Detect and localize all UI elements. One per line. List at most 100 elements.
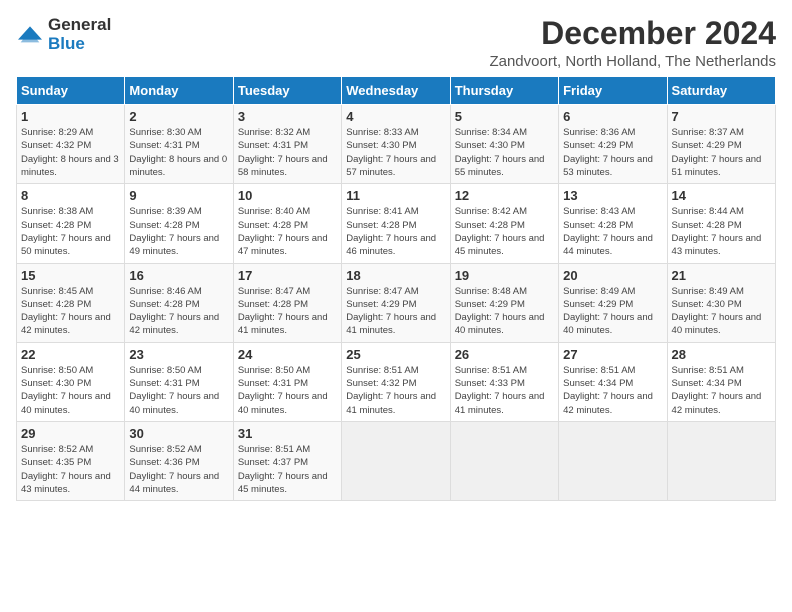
calendar-week-1: 1Sunrise: 8:29 AMSunset: 4:32 PMDaylight… <box>17 105 776 184</box>
calendar-cell: 28 Sunrise: 8:51 AMSunset: 4:34 PMDayligh… <box>667 342 775 421</box>
day-number: 5 <box>455 109 554 124</box>
day-info: Sunrise: 8:49 AMSunset: 4:29 PMDaylight:… <box>563 285 662 338</box>
calendar-cell: 8 Sunrise: 8:38 AMSunset: 4:28 PMDaylight… <box>17 184 125 263</box>
day-info: Sunrise: 8:48 AMSunset: 4:29 PMDaylight:… <box>455 285 554 338</box>
calendar-cell: 13 Sunrise: 8:43 AMSunset: 4:28 PMDayligh… <box>559 184 667 263</box>
calendar-cell: 3 Sunrise: 8:32 AMSunset: 4:31 PMDaylight… <box>233 105 341 184</box>
day-info: Sunrise: 8:51 AMSunset: 4:32 PMDaylight:… <box>346 364 445 417</box>
location-title: Zandvoort, North Holland, The Netherland… <box>489 53 776 70</box>
calendar-cell: 6 Sunrise: 8:36 AMSunset: 4:29 PMDaylight… <box>559 105 667 184</box>
calendar-cell: 20 Sunrise: 8:49 AMSunset: 4:29 PMDayligh… <box>559 263 667 342</box>
logo-blue: Blue <box>48 35 111 54</box>
day-header-friday: Friday <box>559 77 667 105</box>
title-area: December 2024 Zandvoort, North Holland, … <box>489 16 776 70</box>
calendar-week-5: 29 Sunrise: 8:52 AMSunset: 4:35 PMDayligh… <box>17 421 776 500</box>
day-number: 25 <box>346 347 445 362</box>
day-info: Sunrise: 8:29 AMSunset: 4:32 PMDaylight:… <box>21 126 120 179</box>
day-info: Sunrise: 8:51 AMSunset: 4:34 PMDaylight:… <box>672 364 771 417</box>
day-number: 7 <box>672 109 771 124</box>
day-number: 3 <box>238 109 337 124</box>
day-info: Sunrise: 8:36 AMSunset: 4:29 PMDaylight:… <box>563 126 662 179</box>
day-info: Sunrise: 8:33 AMSunset: 4:30 PMDaylight:… <box>346 126 445 179</box>
calendar-cell: 19 Sunrise: 8:48 AMSunset: 4:29 PMDayligh… <box>450 263 558 342</box>
day-info: Sunrise: 8:52 AMSunset: 4:35 PMDaylight:… <box>21 443 120 496</box>
day-info: Sunrise: 8:46 AMSunset: 4:28 PMDaylight:… <box>129 285 228 338</box>
day-number: 24 <box>238 347 337 362</box>
day-info: Sunrise: 8:51 AMSunset: 4:33 PMDaylight:… <box>455 364 554 417</box>
logo: General Blue <box>16 16 111 53</box>
day-number: 21 <box>672 268 771 283</box>
calendar-cell <box>342 421 450 500</box>
day-number: 29 <box>21 426 120 441</box>
calendar-cell: 26 Sunrise: 8:51 AMSunset: 4:33 PMDayligh… <box>450 342 558 421</box>
calendar-cell <box>667 421 775 500</box>
day-info: Sunrise: 8:51 AMSunset: 4:37 PMDaylight:… <box>238 443 337 496</box>
page-header: General Blue December 2024 Zandvoort, No… <box>16 16 776 70</box>
day-number: 16 <box>129 268 228 283</box>
day-number: 11 <box>346 188 445 203</box>
calendar-cell: 10 Sunrise: 8:40 AMSunset: 4:28 PMDayligh… <box>233 184 341 263</box>
calendar-cell: 14 Sunrise: 8:44 AMSunset: 4:28 PMDayligh… <box>667 184 775 263</box>
day-number: 8 <box>21 188 120 203</box>
day-info: Sunrise: 8:41 AMSunset: 4:28 PMDaylight:… <box>346 205 445 258</box>
day-number: 30 <box>129 426 228 441</box>
day-number: 22 <box>21 347 120 362</box>
day-info: Sunrise: 8:40 AMSunset: 4:28 PMDaylight:… <box>238 205 337 258</box>
day-info: Sunrise: 8:42 AMSunset: 4:28 PMDaylight:… <box>455 205 554 258</box>
day-header-wednesday: Wednesday <box>342 77 450 105</box>
day-info: Sunrise: 8:37 AMSunset: 4:29 PMDaylight:… <box>672 126 771 179</box>
day-info: Sunrise: 8:51 AMSunset: 4:34 PMDaylight:… <box>563 364 662 417</box>
calendar-cell: 9Sunrise: 8:39 AMSunset: 4:28 PMDaylight… <box>125 184 233 263</box>
calendar-week-2: 8 Sunrise: 8:38 AMSunset: 4:28 PMDaylight… <box>17 184 776 263</box>
day-info: Sunrise: 8:50 AMSunset: 4:31 PMDaylight:… <box>129 364 228 417</box>
calendar-cell: 24Sunrise: 8:50 AMSunset: 4:31 PMDayligh… <box>233 342 341 421</box>
logo-text: General Blue <box>48 16 111 53</box>
day-number: 28 <box>672 347 771 362</box>
calendar-cell <box>559 421 667 500</box>
calendar-cell: 16 Sunrise: 8:46 AMSunset: 4:28 PMDayligh… <box>125 263 233 342</box>
calendar-cell: 11 Sunrise: 8:41 AMSunset: 4:28 PMDayligh… <box>342 184 450 263</box>
day-number: 13 <box>563 188 662 203</box>
calendar-table: SundayMondayTuesdayWednesdayThursdayFrid… <box>16 76 776 501</box>
calendar-cell: 21 Sunrise: 8:49 AMSunset: 4:30 PMDayligh… <box>667 263 775 342</box>
calendar-cell: 5 Sunrise: 8:34 AMSunset: 4:30 PMDaylight… <box>450 105 558 184</box>
day-number: 6 <box>563 109 662 124</box>
month-title: December 2024 <box>489 16 776 51</box>
day-number: 27 <box>563 347 662 362</box>
day-number: 10 <box>238 188 337 203</box>
calendar-cell: 17Sunrise: 8:47 AMSunset: 4:28 PMDayligh… <box>233 263 341 342</box>
calendar-cell: 22 Sunrise: 8:50 AMSunset: 4:30 PMDayligh… <box>17 342 125 421</box>
day-number: 20 <box>563 268 662 283</box>
calendar-week-4: 22 Sunrise: 8:50 AMSunset: 4:30 PMDayligh… <box>17 342 776 421</box>
calendar-cell: 7 Sunrise: 8:37 AMSunset: 4:29 PMDaylight… <box>667 105 775 184</box>
day-number: 19 <box>455 268 554 283</box>
logo-general: General <box>48 16 111 35</box>
logo-icon <box>16 25 44 45</box>
calendar-cell: 12Sunrise: 8:42 AMSunset: 4:28 PMDayligh… <box>450 184 558 263</box>
calendar-week-3: 15Sunrise: 8:45 AMSunset: 4:28 PMDayligh… <box>17 263 776 342</box>
day-header-saturday: Saturday <box>667 77 775 105</box>
calendar-cell: 30 Sunrise: 8:52 AMSunset: 4:36 PMDayligh… <box>125 421 233 500</box>
day-info: Sunrise: 8:38 AMSunset: 4:28 PMDaylight:… <box>21 205 120 258</box>
day-info: Sunrise: 8:43 AMSunset: 4:28 PMDaylight:… <box>563 205 662 258</box>
day-number: 26 <box>455 347 554 362</box>
day-info: Sunrise: 8:52 AMSunset: 4:36 PMDaylight:… <box>129 443 228 496</box>
day-info: Sunrise: 8:50 AMSunset: 4:30 PMDaylight:… <box>21 364 120 417</box>
day-info: Sunrise: 8:32 AMSunset: 4:31 PMDaylight:… <box>238 126 337 179</box>
calendar-header-row: SundayMondayTuesdayWednesdayThursdayFrid… <box>17 77 776 105</box>
day-number: 2 <box>129 109 228 124</box>
day-number: 9 <box>129 188 228 203</box>
day-info: Sunrise: 8:34 AMSunset: 4:30 PMDaylight:… <box>455 126 554 179</box>
day-number: 23 <box>129 347 228 362</box>
day-header-thursday: Thursday <box>450 77 558 105</box>
calendar-cell: 29 Sunrise: 8:52 AMSunset: 4:35 PMDayligh… <box>17 421 125 500</box>
day-number: 31 <box>238 426 337 441</box>
calendar-cell: 2Sunrise: 8:30 AMSunset: 4:31 PMDaylight… <box>125 105 233 184</box>
day-number: 18 <box>346 268 445 283</box>
calendar-cell: 25 Sunrise: 8:51 AMSunset: 4:32 PMDayligh… <box>342 342 450 421</box>
day-info: Sunrise: 8:44 AMSunset: 4:28 PMDaylight:… <box>672 205 771 258</box>
calendar-cell: 31 Sunrise: 8:51 AMSunset: 4:37 PMDayligh… <box>233 421 341 500</box>
day-info: Sunrise: 8:45 AMSunset: 4:28 PMDaylight:… <box>21 285 120 338</box>
day-number: 14 <box>672 188 771 203</box>
day-info: Sunrise: 8:49 AMSunset: 4:30 PMDaylight:… <box>672 285 771 338</box>
